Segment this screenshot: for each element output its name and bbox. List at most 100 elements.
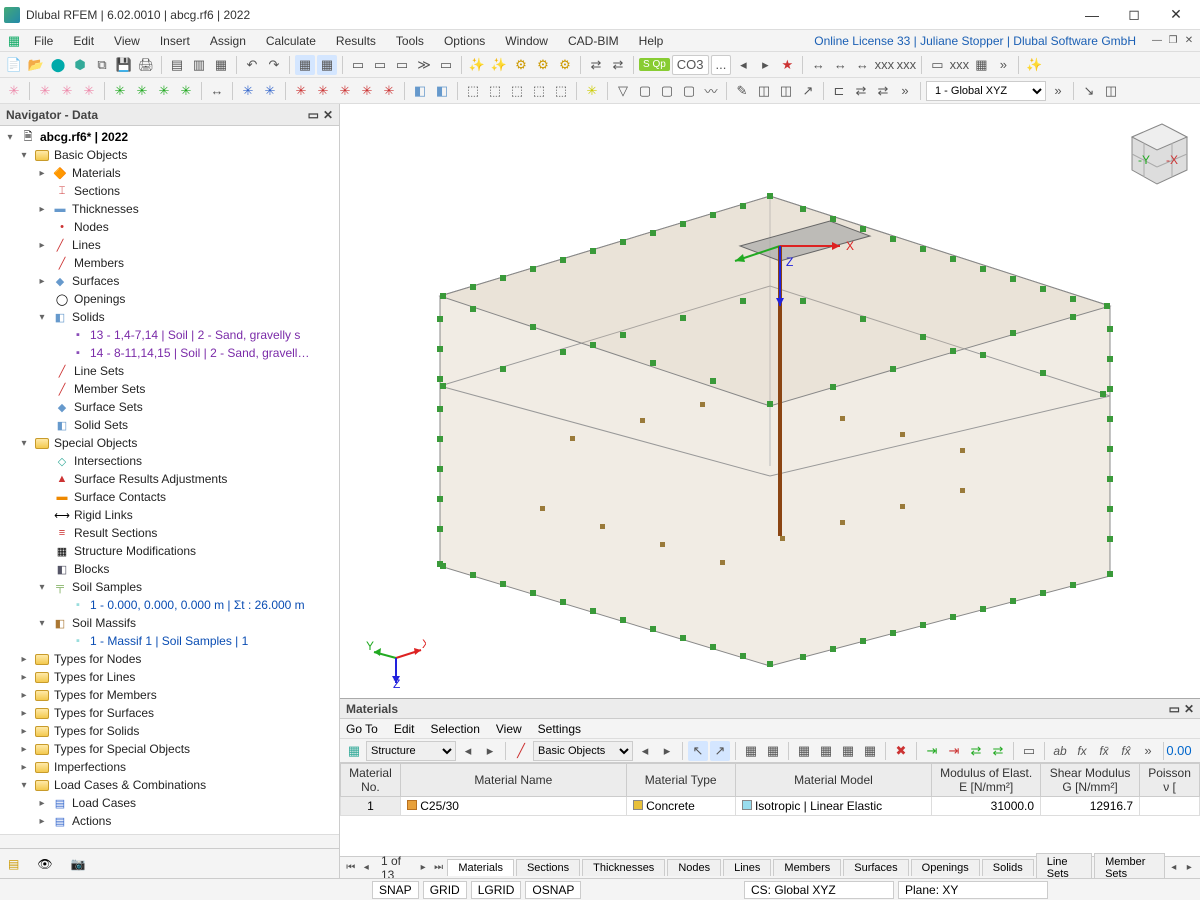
- edit4-icon[interactable]: ↗: [798, 81, 818, 101]
- navigator-undock-icon[interactable]: ▭: [308, 108, 319, 122]
- doc1-icon[interactable]: ▤: [167, 55, 187, 75]
- combo-prev-icon[interactable]: ◂: [733, 55, 753, 75]
- tree-result-sections[interactable]: Result Sections: [74, 526, 157, 540]
- tree-toggle[interactable]: ▾: [18, 780, 30, 791]
- menu-results[interactable]: Results: [326, 32, 386, 50]
- tree-solids[interactable]: Solids: [72, 310, 105, 324]
- nodestar2-icon[interactable]: ✳: [35, 81, 55, 101]
- tree-types-lines[interactable]: Types for Lines: [54, 670, 135, 684]
- gear3-icon[interactable]: ⚙: [555, 55, 575, 75]
- tab-nodes[interactable]: Nodes: [667, 859, 721, 876]
- basic-next-icon[interactable]: ▸: [657, 741, 677, 761]
- end1-icon[interactable]: ↘: [1079, 81, 1099, 101]
- status-lgrid[interactable]: LGRID: [471, 881, 522, 899]
- tree-soil-massif-1[interactable]: 1 - Massif 1 | Soil Samples | 1: [90, 634, 248, 648]
- dimx-icon[interactable]: ↔: [207, 81, 227, 101]
- tree-sections[interactable]: Sections: [74, 184, 120, 198]
- materials-close-icon[interactable]: ✕: [1184, 702, 1194, 716]
- materials-grid[interactable]: Material No. Material Name Material Type…: [340, 763, 1200, 856]
- panel2-icon[interactable]: ▭: [370, 55, 390, 75]
- star-icon[interactable]: ★: [777, 55, 797, 75]
- mtg3-icon[interactable]: ⇄: [966, 741, 986, 761]
- tree-toggle[interactable]: ▸: [36, 168, 48, 179]
- print-icon[interactable]: 🖨: [136, 55, 156, 75]
- mt7-icon[interactable]: ▦: [838, 741, 858, 761]
- combo-dots[interactable]: ...: [711, 55, 732, 75]
- tree-root[interactable]: abcg.rf6* | 2022: [40, 130, 128, 144]
- mat-menu-goto[interactable]: Go To: [346, 722, 378, 736]
- status-snap[interactable]: SNAP: [372, 881, 419, 899]
- edit3-icon[interactable]: ◫: [776, 81, 796, 101]
- tree-types-solids[interactable]: Types for Solids: [54, 724, 139, 738]
- tab-first-icon[interactable]: ⏮: [344, 859, 357, 877]
- table1-icon[interactable]: ▦: [295, 55, 315, 75]
- mat-menu-edit[interactable]: Edit: [394, 722, 415, 736]
- tree-solidsets[interactable]: Solid Sets: [74, 418, 128, 432]
- structure-select[interactable]: Structure: [366, 741, 456, 761]
- tree-soil-samples[interactable]: Soil Samples: [72, 580, 142, 594]
- redstar4-icon[interactable]: ✳: [357, 81, 377, 101]
- navigator-close-icon[interactable]: ✕: [323, 108, 333, 122]
- tab-solids[interactable]: Solids: [982, 859, 1034, 876]
- wand2-icon[interactable]: ✨: [489, 55, 509, 75]
- mtg4-icon[interactable]: ⇄: [988, 741, 1008, 761]
- link1-icon[interactable]: ⇄: [586, 55, 606, 75]
- nav-footer-eye-icon[interactable]: 👁: [37, 857, 52, 871]
- tree-actions[interactable]: Actions: [72, 814, 111, 828]
- filter-icon[interactable]: ▽: [613, 81, 633, 101]
- tree-toggle[interactable]: ▸: [36, 816, 48, 827]
- gear1-icon[interactable]: ⚙: [511, 55, 531, 75]
- tree-toggle[interactable]: ▾: [4, 132, 16, 143]
- tab-materials[interactable]: Materials: [447, 859, 514, 876]
- tree-toggle[interactable]: ▾: [18, 438, 30, 449]
- status-osnap[interactable]: OSNAP: [525, 881, 581, 899]
- fx4-icon[interactable]: fx̂: [1116, 741, 1136, 761]
- nav-footer-icon1[interactable]: ▤: [8, 857, 19, 871]
- tree-openings[interactable]: Openings: [74, 292, 125, 306]
- tree-toggle[interactable]: ▸: [18, 690, 30, 701]
- tree-types-nodes[interactable]: Types for Nodes: [54, 652, 141, 666]
- tree-nodes[interactable]: Nodes: [74, 220, 109, 234]
- tree-types-surfaces[interactable]: Types for Surfaces: [54, 706, 154, 720]
- tree-sra[interactable]: Surface Results Adjustments: [74, 472, 227, 486]
- misc5-icon[interactable]: ⬚: [551, 81, 571, 101]
- tree-struct-mods[interactable]: Structure Modifications: [74, 544, 196, 558]
- misc1-icon[interactable]: ⬚: [463, 81, 483, 101]
- tree-toggle[interactable]: ▸: [18, 744, 30, 755]
- combo-label[interactable]: CO3: [672, 55, 709, 75]
- op2-icon[interactable]: ⇄: [851, 81, 871, 101]
- tree-toggle[interactable]: ▸: [18, 762, 30, 773]
- orientation-cube[interactable]: -Y -X: [1112, 112, 1192, 192]
- mat-menu-selection[interactable]: Selection: [431, 722, 480, 736]
- app-menu-icon[interactable]: ▦: [4, 31, 24, 51]
- greenstar2-icon[interactable]: ✳: [132, 81, 152, 101]
- close-button[interactable]: ✕: [1156, 2, 1196, 28]
- tree-soil-sample-1[interactable]: 1 - 0.000, 0.000, 0.000 m | Σt : 26.000 …: [90, 598, 305, 612]
- load-badge[interactable]: S Qp: [639, 58, 670, 71]
- table2-icon[interactable]: ▦: [317, 55, 337, 75]
- viewport-3d[interactable]: X Z: [340, 104, 1200, 698]
- cube1-icon[interactable]: ◧: [410, 81, 430, 101]
- tree-toggle[interactable]: ▸: [18, 672, 30, 683]
- tabs-scroll-right-icon[interactable]: ▸: [1183, 859, 1196, 877]
- status-plane[interactable]: Plane: XY: [898, 881, 1048, 899]
- greenstar4-icon[interactable]: ✳: [176, 81, 196, 101]
- mt3-icon[interactable]: ▦: [741, 741, 761, 761]
- delete-icon[interactable]: ✖: [891, 741, 911, 761]
- minimize-button[interactable]: —: [1072, 2, 1112, 28]
- mt5-icon[interactable]: ▦: [794, 741, 814, 761]
- ystar-icon[interactable]: ✳: [582, 81, 602, 101]
- tree-linesets[interactable]: Line Sets: [74, 364, 124, 378]
- greenstar1-icon[interactable]: ✳: [110, 81, 130, 101]
- tree-toggle[interactable]: ▾: [36, 582, 48, 593]
- fx1-icon[interactable]: ab: [1050, 741, 1070, 761]
- redstar5-icon[interactable]: ✳: [379, 81, 399, 101]
- op3-icon[interactable]: ⇄: [873, 81, 893, 101]
- dim4-icon[interactable]: xxx: [874, 55, 894, 75]
- tree-thicknesses[interactable]: Thicknesses: [72, 202, 139, 216]
- tab-thicknesses[interactable]: Thicknesses: [582, 859, 665, 876]
- misc3-icon[interactable]: ⬚: [507, 81, 527, 101]
- menu-help[interactable]: Help: [629, 32, 674, 50]
- menu-edit[interactable]: Edit: [63, 32, 104, 50]
- panel1-icon[interactable]: ▭: [348, 55, 368, 75]
